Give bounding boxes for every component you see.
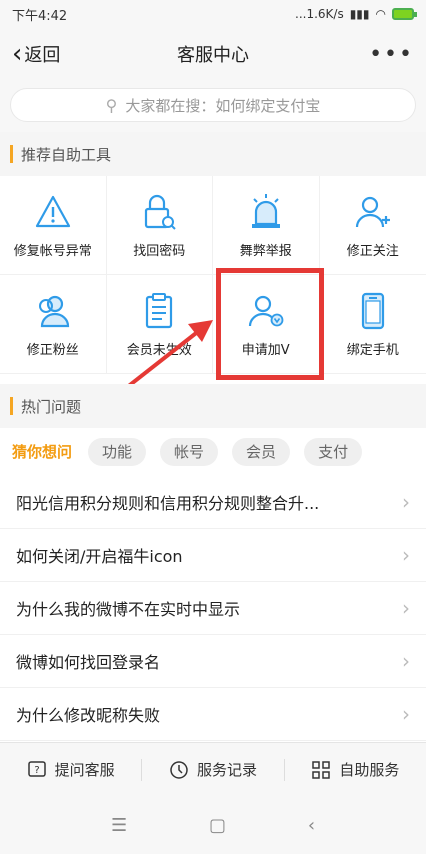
clock-icon [170,760,188,779]
chevron-right-icon: › [402,490,410,514]
tool-label: 绑定手机 [346,342,399,358]
service-records-label: 服务记录 [196,761,257,779]
tool-label: 舞弊举报 [239,243,292,259]
user-add-icon [355,196,390,227]
status-icons: ...1.6K/s ▮▮▮ ◠ [295,7,417,21]
tool-bind-phone[interactable]: 绑定手机 [319,275,426,374]
alarm-icon [251,193,280,228]
more-icon[interactable]: ••• [369,42,414,67]
tab-guess[interactable]: 猜你想问 [10,438,74,466]
menu-icon[interactable]: ☰ [111,815,127,836]
grid-icon [312,760,331,779]
network-speed: ...1.6K/s [295,7,344,21]
question-text: 阳光信用积分规则和信用积分规则整合升... [16,494,320,513]
tools-section-title: 推荐自助工具 [21,145,112,164]
header: ‹ 返回 客服中心 ••• [0,28,426,80]
list-item[interactable]: 阳光信用积分规则和信用积分规则整合升... › [0,476,426,529]
tool-member-inactive[interactable]: 会员未生效 [106,275,213,374]
tool-recover-password[interactable]: 找回密码 [106,176,213,275]
tab-payment[interactable]: 支付 [304,438,363,466]
question-text: 如何关闭/开启福牛icon [16,547,183,566]
question-text: 微博如何找回登录名 [16,653,161,672]
chevron-right-icon: › [402,702,410,726]
search-area: ⚲ 大家都在搜：如何绑定支付宝 [0,80,426,132]
tools-grid: 修复帐号异常 找回密码 舞弊举报 修正关注 修正粉丝 会员未生效 申请加V 绑定… [0,176,426,374]
self-service-button[interactable]: 自助服务 [285,759,426,781]
tool-label: 找回密码 [133,243,186,259]
phone-icon [361,292,384,329]
tab-member[interactable]: 会员 [232,438,291,466]
question-tabs: 猜你想问 功能 帐号 会员 支付 [0,428,426,476]
list-item[interactable]: 微博如何找回登录名 › [0,635,426,688]
question-icon: ? [27,760,46,777]
users-icon [38,295,69,327]
search-input[interactable]: ⚲ 大家都在搜：如何绑定支付宝 [10,88,416,122]
tool-fix-follow[interactable]: 修正关注 [319,176,426,275]
list-item[interactable]: 为什么我的微博不在实时中显示 › [0,582,426,635]
tool-fix-fans[interactable]: 修正粉丝 [0,275,107,374]
tools-section-header: 推荐自助工具 [0,132,426,176]
tab-function[interactable]: 功能 [88,438,147,466]
question-text: 为什么我的微博不在实时中显示 [16,600,241,619]
lock-search-icon [145,194,176,230]
question-text: 为什么修改昵称失败 [16,706,161,725]
chevron-left-icon: ‹ [12,39,23,69]
service-bar: ? 提问客服 服务记录 自助服务 [0,742,426,796]
tab-account[interactable]: 帐号 [160,438,219,466]
svg-text:?: ? [34,765,39,776]
back-button[interactable]: ‹ 返回 [12,41,60,67]
tool-label: 修正粉丝 [26,342,79,358]
tool-label: 申请加V [241,342,290,358]
battery-icon [392,8,417,20]
search-icon: ⚲ [105,95,118,115]
clipboard-icon [146,292,173,328]
chevron-right-icon: › [402,596,410,620]
signal-icon: ▮▮▮ [349,7,370,21]
service-records-button[interactable]: 服务记录 [142,758,285,781]
home-icon[interactable]: ▢ [209,815,226,836]
section-accent-bar [10,397,13,415]
tool-apply-v[interactable]: 申请加V [213,275,320,374]
chevron-right-icon: › [402,649,410,673]
tool-label: 会员未生效 [126,342,192,358]
wifi-icon: ◠ [375,7,386,21]
section-accent-bar [10,145,13,163]
hot-section-header: 热门问题 [0,384,426,428]
hot-section-title: 热门问题 [21,397,82,416]
status-time: 下午4:42 [12,8,68,24]
list-item[interactable]: 如何关闭/开启福牛icon › [0,529,426,582]
tool-label: 修正关注 [346,243,399,259]
tool-fix-account[interactable]: 修复帐号异常 [0,176,107,275]
tool-label: 修复帐号异常 [13,243,92,259]
back-nav-icon[interactable]: ‹ [308,815,315,836]
ask-service-button[interactable]: ? 提问客服 [0,758,143,781]
tool-fraud-report[interactable]: 舞弊举报 [213,176,320,275]
user-verified-icon [248,295,284,326]
warning-icon [35,195,70,227]
list-item[interactable]: 为什么修改昵称失败 › [0,688,426,741]
status-bar: 下午4:42 ...1.6K/s ▮▮▮ ◠ [0,0,426,28]
back-label: 返回 [24,45,61,66]
ask-service-label: 提问客服 [54,761,115,779]
search-placeholder: 大家都在搜：如何绑定支付宝 [125,96,321,115]
self-service-label: 自助服务 [339,761,400,779]
chevron-right-icon: › [402,543,410,567]
page-title: 客服中心 [177,45,249,66]
system-nav-bar: ☰ ▢ ‹ [0,796,426,854]
question-list: 阳光信用积分规则和信用积分规则整合升... › 如何关闭/开启福牛icon › 为什… [0,476,426,741]
